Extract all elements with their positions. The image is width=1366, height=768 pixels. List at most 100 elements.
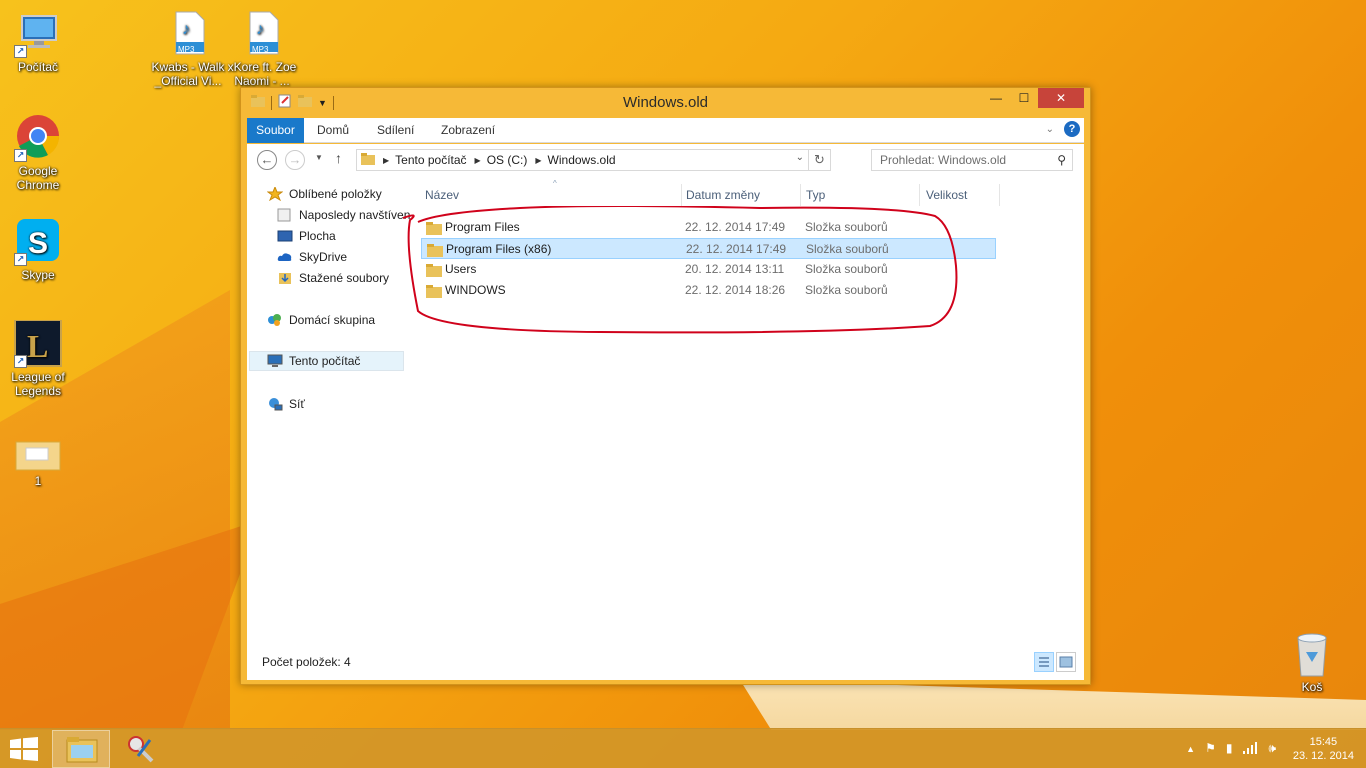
close-button[interactable]: ✕ bbox=[1038, 88, 1084, 108]
desktop-icon-recycle-bin[interactable]: Koš bbox=[1274, 630, 1350, 694]
nav-item-recent[interactable]: Naposledy navštíven bbox=[277, 205, 410, 225]
clock-date: 23. 12. 2014 bbox=[1292, 750, 1354, 762]
power-icon[interactable]: ▮ bbox=[1226, 741, 1233, 758]
network-signal-icon[interactable] bbox=[1242, 741, 1258, 758]
breadcrumb-this-pc[interactable]: Tento počítač bbox=[395, 153, 466, 167]
cloud-icon bbox=[277, 250, 293, 264]
mp3-badge: MP3 bbox=[252, 45, 269, 54]
action-center-flag-icon[interactable]: ⚑ bbox=[1205, 741, 1216, 758]
file-type: Složka souborů bbox=[805, 220, 888, 234]
folder-small-icon bbox=[361, 152, 375, 168]
file-name: WINDOWS bbox=[445, 283, 506, 297]
large-icons-view-button[interactable] bbox=[1056, 652, 1076, 672]
forward-button[interactable]: → bbox=[285, 150, 305, 170]
search-icon[interactable]: ⚲ bbox=[1057, 150, 1066, 170]
shortcut-arrow-icon: ↗ bbox=[14, 253, 27, 266]
desktop-icon-folder-1[interactable]: 1 bbox=[0, 440, 76, 488]
windows-logo-icon[interactable] bbox=[10, 737, 38, 764]
clock-time: 15:45 bbox=[1309, 736, 1338, 748]
svg-text:L: L bbox=[27, 328, 48, 364]
breadcrumb-separator-icon[interactable]: ▶ bbox=[535, 156, 541, 165]
up-arrow-icon[interactable]: ↑ bbox=[335, 150, 342, 166]
league-of-legends-icon: L ↗ bbox=[14, 319, 62, 368]
recent-locations-chevron-icon[interactable]: ▼ bbox=[315, 153, 323, 162]
view-switcher bbox=[1034, 652, 1076, 672]
tab-domu[interactable]: Domů bbox=[317, 118, 349, 143]
taskbar: ▲ ⚑ ▮ 🕪 15:45 23. 12. 2014 bbox=[0, 728, 1366, 768]
column-separator[interactable] bbox=[919, 184, 920, 206]
svg-text:♪: ♪ bbox=[182, 21, 190, 38]
desktop-icon-label: 1 bbox=[34, 474, 42, 488]
file-date: 22. 12. 2014 18:26 bbox=[685, 283, 786, 297]
show-hidden-icons-icon[interactable]: ▲ bbox=[1186, 741, 1195, 758]
nav-item-downloads[interactable]: Stažené soubory bbox=[277, 268, 389, 288]
file-explorer-icon bbox=[66, 737, 98, 763]
search-input[interactable]: Prohledat: Windows.old ⚲ bbox=[871, 149, 1073, 171]
back-button[interactable]: ← bbox=[257, 150, 277, 170]
details-view-button[interactable] bbox=[1034, 652, 1054, 672]
shortcut-arrow-icon: ↗ bbox=[14, 355, 27, 368]
file-type: Složka souborů bbox=[806, 242, 889, 256]
column-header-name[interactable]: Název bbox=[425, 188, 459, 202]
nav-item-skydrive[interactable]: SkyDrive bbox=[277, 247, 347, 267]
column-separator[interactable] bbox=[999, 184, 1000, 206]
column-separator[interactable] bbox=[681, 184, 682, 206]
breadcrumb-windows-old[interactable]: Windows.old bbox=[548, 153, 616, 167]
column-header-size[interactable]: Velikost bbox=[926, 188, 967, 202]
taskbar-file-explorer[interactable] bbox=[52, 730, 110, 768]
file-type: Složka souborů bbox=[805, 283, 888, 297]
nav-item-network[interactable]: Síť bbox=[267, 394, 305, 414]
desktop-icon-league[interactable]: L ↗ League of Legends bbox=[0, 319, 76, 398]
mp3-badge: MP3 bbox=[178, 45, 195, 54]
expand-ribbon-chevron-icon[interactable]: ⌄ bbox=[1046, 124, 1054, 135]
nav-item-homegroup[interactable]: Domácí skupina bbox=[267, 310, 375, 330]
file-name: Users bbox=[445, 262, 477, 276]
tab-sdileni[interactable]: Sdílení bbox=[377, 118, 414, 143]
nav-item-this-pc[interactable]: Tento počítač bbox=[249, 351, 404, 371]
mp3-file-icon: ♪ MP3 bbox=[238, 10, 286, 58]
tab-zobrazeni[interactable]: Zobrazení bbox=[441, 118, 495, 143]
breadcrumb-separator-icon[interactable]: ▶ bbox=[475, 156, 481, 165]
network-icon bbox=[267, 397, 283, 411]
desktop-icon-chrome[interactable]: ↗ Google Chrome bbox=[0, 114, 76, 192]
desktop-icon-mp3-xkore[interactable]: ♪ MP3 xKore ft. Zoe Naomi - ... bbox=[224, 10, 300, 88]
desktop-icon-label: Kwabs - Walk _Official Vi... bbox=[151, 60, 225, 88]
column-header-date[interactable]: Datum změny bbox=[686, 188, 760, 202]
file-date: 22. 12. 2014 17:49 bbox=[685, 220, 786, 234]
recycle-bin-icon bbox=[1288, 630, 1336, 678]
breadcrumb-drive-c[interactable]: OS (C:) bbox=[487, 153, 528, 167]
volume-icon[interactable]: 🕪 bbox=[1268, 741, 1276, 758]
status-bar: Počet položek: 4 bbox=[247, 646, 1084, 680]
breadcrumb-separator-icon[interactable]: ▶ bbox=[383, 156, 389, 165]
column-separator[interactable] bbox=[800, 184, 801, 206]
svg-text:♪: ♪ bbox=[256, 21, 264, 38]
desktop-icon-mp3-kwabs[interactable]: ♪ MP3 Kwabs - Walk _Official Vi... bbox=[150, 10, 226, 88]
table-row[interactable]: Users 20. 12. 2014 13:11 Složka souborů bbox=[421, 259, 996, 280]
table-row[interactable]: WINDOWS 22. 12. 2014 18:26 Složka soubor… bbox=[421, 280, 996, 301]
help-icon[interactable]: ? bbox=[1064, 121, 1080, 137]
title-bar[interactable]: ▼ Windows.old — ☐ ✕ bbox=[241, 88, 1090, 116]
explorer-window[interactable]: ▼ Windows.old — ☐ ✕ Soubor Domů Sdílení … bbox=[240, 87, 1091, 685]
tab-soubor[interactable]: Soubor bbox=[247, 118, 304, 143]
clock[interactable]: 15:45 23. 12. 2014 bbox=[1293, 735, 1354, 763]
table-row[interactable]: Program Files 22. 12. 2014 17:49 Složka … bbox=[421, 217, 996, 238]
chrome-icon: ↗ bbox=[14, 114, 62, 162]
refresh-button[interactable]: ↻ bbox=[808, 150, 830, 170]
address-bar[interactable]: ▶ Tento počítač ▶ OS (C:) ▶ Windows.old … bbox=[356, 149, 831, 171]
desktop-icon-computer[interactable]: ↗ Počítač bbox=[0, 10, 76, 74]
desktop-icon-skype[interactable]: S ↗ Skype bbox=[0, 218, 76, 282]
nav-item-desktop[interactable]: Plocha bbox=[277, 226, 336, 246]
window-title: Windows.old bbox=[622, 94, 709, 111]
minimize-button[interactable]: — bbox=[982, 88, 1010, 108]
table-row[interactable]: Program Files (x86) 22. 12. 2014 17:49 S… bbox=[421, 238, 996, 259]
desktop-icon bbox=[277, 229, 293, 243]
shortcut-arrow-icon: ↗ bbox=[14, 149, 27, 162]
computer-icon: ↗ bbox=[14, 10, 62, 58]
nav-item-favorites[interactable]: Oblíbené položky bbox=[266, 184, 382, 204]
item-count: Počet položek: 4 bbox=[262, 655, 351, 669]
taskbar-app-2[interactable] bbox=[114, 730, 172, 768]
address-dropdown-chevron-icon[interactable]: ⌄ bbox=[796, 152, 804, 163]
desktop-icon-label: Google Chrome bbox=[16, 164, 60, 192]
column-header-type[interactable]: Typ bbox=[806, 188, 825, 202]
maximize-button[interactable]: ☐ bbox=[1010, 88, 1038, 108]
